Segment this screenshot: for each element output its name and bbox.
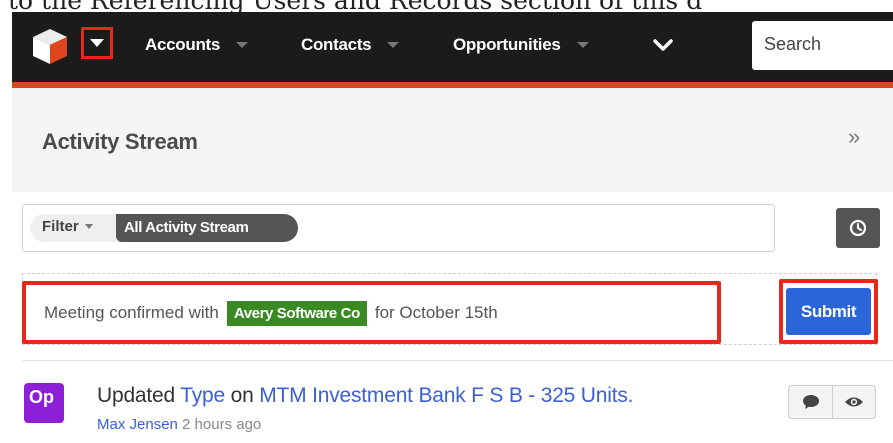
post-text-before: Meeting confirmed with xyxy=(44,303,219,322)
comment-icon xyxy=(802,395,819,409)
nav-opportunities-label: Opportunities xyxy=(453,35,561,54)
divider xyxy=(22,360,893,361)
comment-button[interactable] xyxy=(789,386,832,418)
activity-record-link[interactable]: MTM Investment Bank F S B - 325 Units. xyxy=(259,384,633,407)
activity-time: 2 hours ago xyxy=(182,416,262,433)
clock-icon xyxy=(849,219,867,237)
activity-field-link[interactable]: Type xyxy=(180,384,225,407)
nav-contacts-label: Contacts xyxy=(301,35,372,54)
global-search[interactable] xyxy=(752,21,893,70)
active-filter-tag[interactable]: All Activity Stream xyxy=(116,214,298,242)
avatar[interactable]: Op xyxy=(24,383,64,423)
activity-summary: Updated Type on MTM Investment Bank F S … xyxy=(97,384,633,408)
submit-button[interactable]: Submit xyxy=(786,288,871,335)
filter-dropdown[interactable]: Filter xyxy=(42,218,93,235)
chevron-down-icon xyxy=(90,39,104,47)
nav-opportunities[interactable]: Opportunities xyxy=(453,30,589,60)
chevron-down-icon[interactable] xyxy=(387,42,400,48)
logo-dropdown-button[interactable] xyxy=(81,27,113,59)
chevron-down-icon xyxy=(84,224,93,229)
more-modules-chevron-icon[interactable] xyxy=(652,36,674,54)
nav-accounts-label: Accounts xyxy=(145,35,221,54)
activity-meta: Max Jensen 2 hours ago xyxy=(97,416,261,433)
activity-preposition: on xyxy=(230,384,254,407)
post-input-content[interactable]: Meeting confirmed with Avery Software Co… xyxy=(44,300,498,326)
sugar-cube-logo[interactable] xyxy=(30,26,70,66)
expand-toggle-icon[interactable]: » xyxy=(848,124,860,150)
search-input[interactable] xyxy=(752,21,882,68)
nav-accounts[interactable]: Accounts xyxy=(145,30,249,60)
activity-actions xyxy=(788,385,876,419)
nav-contacts[interactable]: Contacts xyxy=(301,30,400,60)
filter-label: Filter xyxy=(42,218,79,235)
author-link[interactable]: Max Jensen xyxy=(97,416,178,433)
mention-tag[interactable]: Avery Software Co xyxy=(226,300,367,326)
eye-icon xyxy=(845,397,863,407)
post-text-after: for October 15th xyxy=(374,303,498,322)
document-heading-fragment: to the Referencing Users and Records sec… xyxy=(0,0,893,12)
follow-button[interactable] xyxy=(832,386,875,418)
history-button[interactable] xyxy=(836,208,880,248)
chevron-down-icon[interactable] xyxy=(576,42,589,48)
page-title: Activity Stream xyxy=(42,129,198,154)
chevron-down-icon[interactable] xyxy=(236,42,249,48)
activity-action: Updated xyxy=(97,384,175,407)
